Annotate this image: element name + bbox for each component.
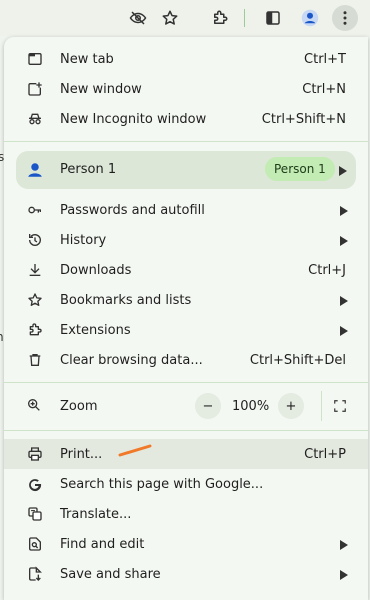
zoom-label: Zoom bbox=[60, 399, 98, 414]
find-icon bbox=[26, 535, 44, 553]
annotation-mark bbox=[118, 444, 152, 457]
chevron-right-icon bbox=[340, 235, 350, 246]
chevron-right-icon bbox=[340, 569, 350, 580]
menu-item-print[interactable]: Print... Ctrl+P bbox=[4, 439, 368, 469]
menu-item-shortcut: Ctrl+P bbox=[304, 446, 346, 462]
menu-item-label: Extensions bbox=[60, 322, 131, 338]
menu-item-bookmarks[interactable]: Bookmarks and lists bbox=[4, 285, 368, 315]
printer-icon bbox=[26, 445, 44, 463]
browser-menu: New tab Ctrl+T New window Ctrl+N New Inc… bbox=[4, 37, 368, 600]
save-share-icon bbox=[26, 565, 44, 583]
side-panel-icon[interactable] bbox=[260, 5, 286, 31]
menu-item-history[interactable]: History bbox=[4, 225, 368, 255]
new-tab-icon bbox=[26, 50, 44, 68]
profile-badge: Person 1 bbox=[265, 157, 335, 181]
menu-item-translate[interactable]: Translate... bbox=[4, 499, 368, 529]
google-icon bbox=[26, 475, 44, 493]
menu-item-passwords[interactable]: Passwords and autofill bbox=[4, 195, 368, 225]
person-icon bbox=[26, 161, 44, 179]
key-icon bbox=[26, 201, 44, 219]
menu-item-label: History bbox=[60, 232, 107, 248]
new-window-icon bbox=[26, 80, 44, 98]
menu-icon[interactable] bbox=[332, 5, 358, 31]
menu-item-save-share[interactable]: Save and share bbox=[4, 559, 368, 589]
menu-item-shortcut: Ctrl+N bbox=[302, 81, 346, 97]
menu-divider bbox=[4, 141, 368, 142]
menu-item-new-window[interactable]: New window Ctrl+N bbox=[4, 74, 368, 104]
menu-item-shortcut: Ctrl+J bbox=[308, 262, 346, 278]
menu-item-label: Downloads bbox=[60, 262, 132, 278]
menu-item-zoom: Zoom − 100% + bbox=[4, 391, 368, 421]
fullscreen-icon[interactable] bbox=[327, 393, 353, 419]
star-icon[interactable] bbox=[157, 5, 183, 31]
chevron-right-icon bbox=[340, 325, 350, 336]
profile-name: Person 1 bbox=[60, 162, 117, 177]
incognito-icon bbox=[26, 110, 44, 128]
menu-item-shortcut: Ctrl+Shift+N bbox=[261, 111, 346, 127]
chevron-right-icon bbox=[340, 295, 350, 306]
zoom-out-button[interactable]: − bbox=[195, 393, 221, 419]
menu-item-new-tab[interactable]: New tab Ctrl+T bbox=[4, 44, 368, 74]
menu-item-label: New tab bbox=[60, 51, 114, 67]
menu-item-label: Bookmarks and lists bbox=[60, 292, 192, 308]
menu-item-shortcut: Ctrl+T bbox=[304, 51, 346, 67]
menu-item-clear-data[interactable]: Clear browsing data... Ctrl+Shift+Del bbox=[4, 345, 368, 375]
menu-item-downloads[interactable]: Downloads Ctrl+J bbox=[4, 255, 368, 285]
extensions-icon[interactable] bbox=[207, 5, 233, 31]
menu-item-profile[interactable]: Person 1 Person 1 bbox=[16, 151, 356, 189]
menu-divider bbox=[4, 382, 368, 383]
zoom-icon bbox=[26, 397, 44, 415]
menu-item-label: Find and edit bbox=[60, 536, 145, 552]
menu-divider bbox=[4, 430, 368, 431]
zoom-divider bbox=[321, 391, 322, 421]
chevron-right-icon bbox=[340, 205, 350, 216]
chevron-right-icon bbox=[340, 539, 350, 550]
history-icon bbox=[26, 231, 44, 249]
extensions-icon bbox=[26, 321, 44, 339]
menu-item-shortcut: Ctrl+Shift+Del bbox=[249, 352, 346, 368]
star-icon bbox=[26, 291, 44, 309]
zoom-in-button[interactable]: + bbox=[278, 393, 304, 419]
zoom-level: 100% bbox=[232, 399, 270, 414]
menu-item-label: Search this page with Google... bbox=[60, 476, 264, 492]
toolbar-divider bbox=[244, 9, 245, 27]
profile-icon[interactable] bbox=[297, 5, 323, 31]
chevron-right-icon bbox=[339, 165, 347, 176]
trash-icon bbox=[26, 351, 44, 369]
download-icon bbox=[26, 261, 44, 279]
menu-item-label: New Incognito window bbox=[60, 111, 207, 127]
eye-off-icon[interactable] bbox=[125, 5, 151, 31]
menu-item-extensions[interactable]: Extensions bbox=[4, 315, 368, 345]
translate-icon bbox=[26, 505, 44, 523]
menu-item-label: Print... bbox=[60, 446, 103, 462]
menu-item-find-edit[interactable]: Find and edit bbox=[4, 529, 368, 559]
menu-item-new-incognito[interactable]: New Incognito window Ctrl+Shift+N bbox=[4, 104, 368, 134]
menu-item-label: New window bbox=[60, 81, 142, 97]
browser-toolbar bbox=[0, 0, 370, 36]
menu-item-label: Passwords and autofill bbox=[60, 202, 205, 218]
menu-item-search-google[interactable]: Search this page with Google... bbox=[4, 469, 368, 499]
menu-item-label: Clear browsing data... bbox=[60, 352, 203, 368]
menu-item-label: Translate... bbox=[60, 506, 132, 522]
menu-item-label: Save and share bbox=[60, 566, 161, 582]
